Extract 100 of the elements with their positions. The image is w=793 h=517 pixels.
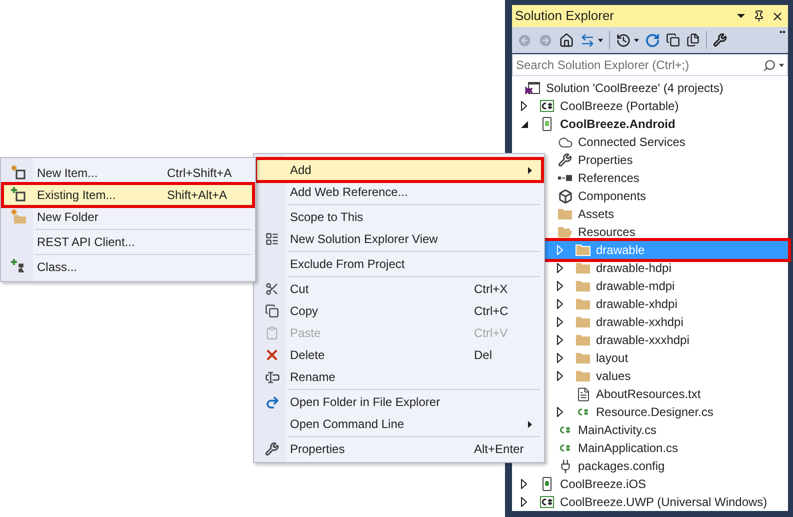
menu-item-label: Add <box>290 162 312 179</box>
collapsed-arrow-icon[interactable] <box>521 497 527 507</box>
explorer-view-icon <box>265 232 279 246</box>
menu-item-label: Existing Item... <box>37 187 116 204</box>
folder-icon <box>575 261 591 275</box>
collapsed-arrow-icon[interactable] <box>557 263 563 273</box>
tree-item-label: Resource.Designer.cs <box>596 404 714 421</box>
tree-item[interactable]: Connected Services <box>512 133 788 151</box>
caret-icon <box>779 62 784 68</box>
search-field[interactable]: Search Solution Explorer (Ctrl+;) <box>516 56 763 74</box>
wrench-icon <box>265 442 279 456</box>
collapsed-arrow-icon[interactable] <box>521 101 527 111</box>
tree-item-label: drawable-hdpi <box>596 260 672 277</box>
add-class-icon <box>11 259 27 275</box>
clock-icon <box>616 32 631 48</box>
shortcut-label: Ctrl+V <box>474 325 508 342</box>
swap-arrows-icon <box>580 32 595 48</box>
stacked-windows-icon <box>666 33 680 47</box>
menu-item[interactable]: Properties Alt+Enter <box>256 438 542 460</box>
tree-item[interactable]: CoolBreeze (Portable) <box>512 97 788 115</box>
folder-icon <box>575 351 591 365</box>
expanded-arrow-icon[interactable] <box>520 120 528 128</box>
menu-item-label: Rename <box>290 369 336 386</box>
open-folder-icon <box>557 225 573 239</box>
new-item-icon <box>11 165 27 181</box>
menu-item-label: Open Folder in File Explorer <box>290 394 440 411</box>
collapsed-arrow-icon[interactable] <box>557 299 563 309</box>
collapsed-arrow-icon[interactable] <box>521 479 527 489</box>
cloud-icon <box>558 134 572 150</box>
menu-item[interactable]: Add <box>256 159 542 181</box>
tree-item-label: CoolBreeze.iOS <box>560 476 646 493</box>
tree-item-label: MainApplication.cs <box>578 440 678 457</box>
home-icon <box>559 32 574 48</box>
folder-icon <box>557 207 573 221</box>
menu-item-label: Cut <box>290 281 309 298</box>
folder-icon <box>575 243 591 257</box>
search-box[interactable]: Search Solution Explorer (Ctrl+;) <box>512 54 788 76</box>
files-icon <box>686 33 700 47</box>
menu-item[interactable]: Existing Item... Shift+Alt+A <box>3 184 253 206</box>
tree-item[interactable]: Solution 'CoolBreeze' (4 projects) <box>512 79 788 97</box>
menu-item-label: New Solution Explorer View <box>290 231 438 248</box>
delete-icon <box>264 347 280 363</box>
tree-item-label: drawable <box>596 242 645 259</box>
collapsed-arrow-icon[interactable] <box>557 407 563 417</box>
tree-item[interactable]: CoolBreeze.UWP (Universal Windows) <box>512 493 788 511</box>
tree-item-label: References <box>578 170 640 187</box>
tree-item[interactable]: CoolBreeze.Android <box>512 115 788 133</box>
collapsed-arrow-icon[interactable] <box>557 353 563 363</box>
wrench-icon <box>558 153 572 167</box>
csharp-project-icon <box>539 98 555 114</box>
close-icon[interactable] <box>771 10 784 22</box>
menu-item-label: Copy <box>290 303 318 320</box>
tree-item-label: drawable-xxhdpi <box>596 314 684 331</box>
solution-icon <box>525 80 541 96</box>
menu-item-label: New Folder <box>37 209 98 226</box>
collapsed-arrow-icon[interactable] <box>557 371 563 381</box>
menu-item-label: Exclude From Project <box>290 256 405 273</box>
collapsed-arrow-icon[interactable] <box>557 317 563 327</box>
menu-item-label: Add Web Reference... <box>290 184 408 201</box>
refresh-icon <box>645 32 660 48</box>
tree-item-label: drawable-xhdpi <box>596 296 678 313</box>
menu-item-label: Paste <box>290 325 321 342</box>
tree-item-label: Properties <box>578 152 633 169</box>
collapsed-arrow-icon[interactable] <box>557 281 563 291</box>
tree-item[interactable]: packages.config <box>512 457 788 475</box>
tree-item-label: AboutResources.txt <box>596 386 701 403</box>
caret-icon <box>634 38 639 42</box>
menu-item[interactable]: Class... <box>3 256 253 278</box>
menu-item[interactable]: REST API Client... <box>3 231 253 253</box>
tree-item-label: CoolBreeze.UWP (Universal Windows) <box>560 494 768 511</box>
menu-item-label: New Item... <box>37 165 98 182</box>
tree-item[interactable]: CoolBreeze.iOS <box>512 475 788 493</box>
tree-item-label: CoolBreeze (Portable) <box>560 98 679 115</box>
menu-item-label: Scope to This <box>290 209 364 226</box>
text-file-icon <box>576 386 590 402</box>
shortcut-label: Del <box>474 347 492 364</box>
folder-icon <box>575 369 591 383</box>
tree-item-label: MainActivity.cs <box>578 422 656 439</box>
menu-item[interactable]: New Item... Ctrl+Shift+A <box>3 162 253 184</box>
menu-item[interactable]: New Folder <box>3 206 253 228</box>
tree-item-label: Solution 'CoolBreeze' (4 projects) <box>546 80 724 97</box>
tree-item-label: CoolBreeze.Android <box>560 116 676 133</box>
rename-icon <box>264 370 280 384</box>
shortcut-label: Ctrl+C <box>474 303 508 320</box>
curved-arrow-icon <box>264 394 280 410</box>
wrench-icon <box>713 33 727 47</box>
tree-item-label: Assets <box>578 206 614 223</box>
menu-item-label: Properties <box>290 441 345 458</box>
folder-icon <box>575 333 591 347</box>
collapsed-arrow-icon[interactable] <box>557 335 563 345</box>
menu-item-label: Delete <box>290 347 325 364</box>
tree-item-label: Components <box>578 188 646 205</box>
search-icon <box>763 58 776 72</box>
menu-item-label: REST API Client... <box>37 234 135 251</box>
tree-item-label: Connected Services <box>578 134 686 151</box>
pin-icon[interactable] <box>753 10 765 22</box>
tree-item-label: Resources <box>578 224 636 241</box>
new-folder-icon <box>11 209 27 225</box>
shortcut-label: Ctrl+Shift+A <box>167 165 232 182</box>
folder-icon <box>575 279 591 293</box>
